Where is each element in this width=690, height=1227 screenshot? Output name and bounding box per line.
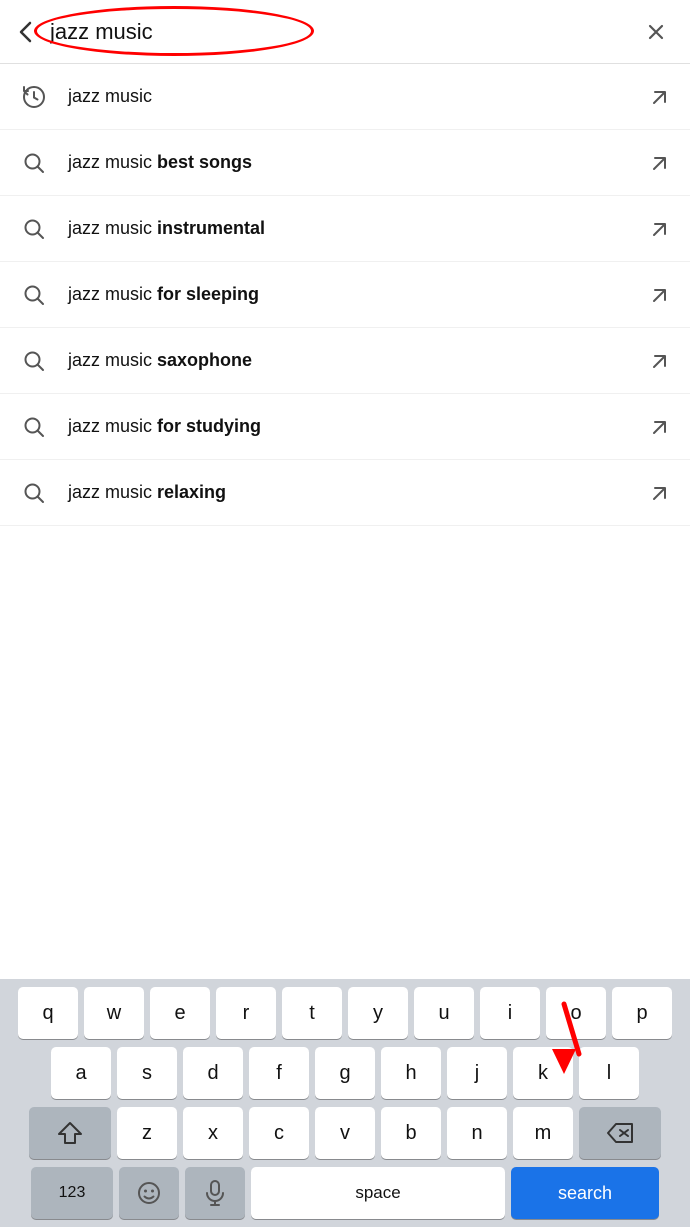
search-icon (16, 343, 52, 379)
key-z[interactable]: z (117, 1107, 177, 1159)
search-icon (16, 475, 52, 511)
suggestion-item[interactable]: jazz music for sleeping (0, 262, 690, 328)
back-button[interactable] (14, 19, 40, 45)
mic-key[interactable] (185, 1167, 245, 1219)
key-g[interactable]: g (315, 1047, 375, 1099)
key-f[interactable]: f (249, 1047, 309, 1099)
key-q[interactable]: q (18, 987, 78, 1039)
suggestion-text: jazz music instrumental (68, 218, 646, 239)
key-s[interactable]: s (117, 1047, 177, 1099)
key-o[interactable]: o (546, 987, 606, 1039)
space-key[interactable]: space (251, 1167, 505, 1219)
suggestion-text: jazz music best songs (68, 152, 646, 173)
key-e[interactable]: e (150, 987, 210, 1039)
suggestion-text: jazz music for sleeping (68, 284, 646, 305)
fill-arrow-icon (646, 149, 674, 177)
key-v[interactable]: v (315, 1107, 375, 1159)
key-r[interactable]: r (216, 987, 276, 1039)
key-l[interactable]: l (579, 1047, 639, 1099)
key-a[interactable]: a (51, 1047, 111, 1099)
suggestion-item[interactable]: jazz music for studying (0, 394, 690, 460)
search-icon (16, 211, 52, 247)
key-d[interactable]: d (183, 1047, 243, 1099)
key-c[interactable]: c (249, 1107, 309, 1159)
clear-button[interactable] (636, 16, 676, 48)
keyboard-row-3: z x c v b n m (4, 1107, 686, 1159)
key-w[interactable]: w (84, 987, 144, 1039)
shift-key[interactable] (29, 1107, 111, 1159)
search-key[interactable]: search (511, 1167, 659, 1219)
emoji-key[interactable] (119, 1167, 179, 1219)
search-icon (16, 409, 52, 445)
search-bar (0, 0, 690, 64)
keyboard-row-4: 123 space search (4, 1167, 686, 1219)
key-x[interactable]: x (183, 1107, 243, 1159)
suggestions-list: jazz music jazz music best songs (0, 64, 690, 526)
key-p[interactable]: p (612, 987, 672, 1039)
search-icon (16, 145, 52, 181)
suggestion-text: jazz music for studying (68, 416, 646, 437)
key-j[interactable]: j (447, 1047, 507, 1099)
delete-key[interactable] (579, 1107, 661, 1159)
suggestion-item[interactable]: jazz music instrumental (0, 196, 690, 262)
keyboard-row-2: a s d f g h j k l (4, 1047, 686, 1099)
key-i[interactable]: i (480, 987, 540, 1039)
suggestion-text: jazz music saxophone (68, 350, 646, 371)
suggestion-item[interactable]: jazz music best songs (0, 130, 690, 196)
key-y[interactable]: y (348, 987, 408, 1039)
fill-arrow-icon (646, 413, 674, 441)
search-icon (16, 277, 52, 313)
suggestion-text: jazz music relaxing (68, 482, 646, 503)
fill-arrow-icon (646, 479, 674, 507)
search-input[interactable] (50, 19, 636, 45)
key-k[interactable]: k (513, 1047, 573, 1099)
fill-arrow-icon (646, 83, 674, 111)
fill-arrow-icon (646, 347, 674, 375)
suggestion-text: jazz music (68, 86, 646, 107)
fill-arrow-icon (646, 215, 674, 243)
key-m[interactable]: m (513, 1107, 573, 1159)
key-n[interactable]: n (447, 1107, 507, 1159)
search-input-wrapper (50, 19, 636, 45)
suggestion-item[interactable]: jazz music (0, 64, 690, 130)
keyboard: q w e r t y u i o p a s d f g h j k l z … (0, 979, 690, 1227)
numbers-key[interactable]: 123 (31, 1167, 113, 1219)
key-u[interactable]: u (414, 987, 474, 1039)
key-h[interactable]: h (381, 1047, 441, 1099)
key-b[interactable]: b (381, 1107, 441, 1159)
key-t[interactable]: t (282, 987, 342, 1039)
history-icon (16, 79, 52, 115)
suggestion-item[interactable]: jazz music saxophone (0, 328, 690, 394)
fill-arrow-icon (646, 281, 674, 309)
keyboard-row-1: q w e r t y u i o p (4, 987, 686, 1039)
suggestion-item[interactable]: jazz music relaxing (0, 460, 690, 526)
